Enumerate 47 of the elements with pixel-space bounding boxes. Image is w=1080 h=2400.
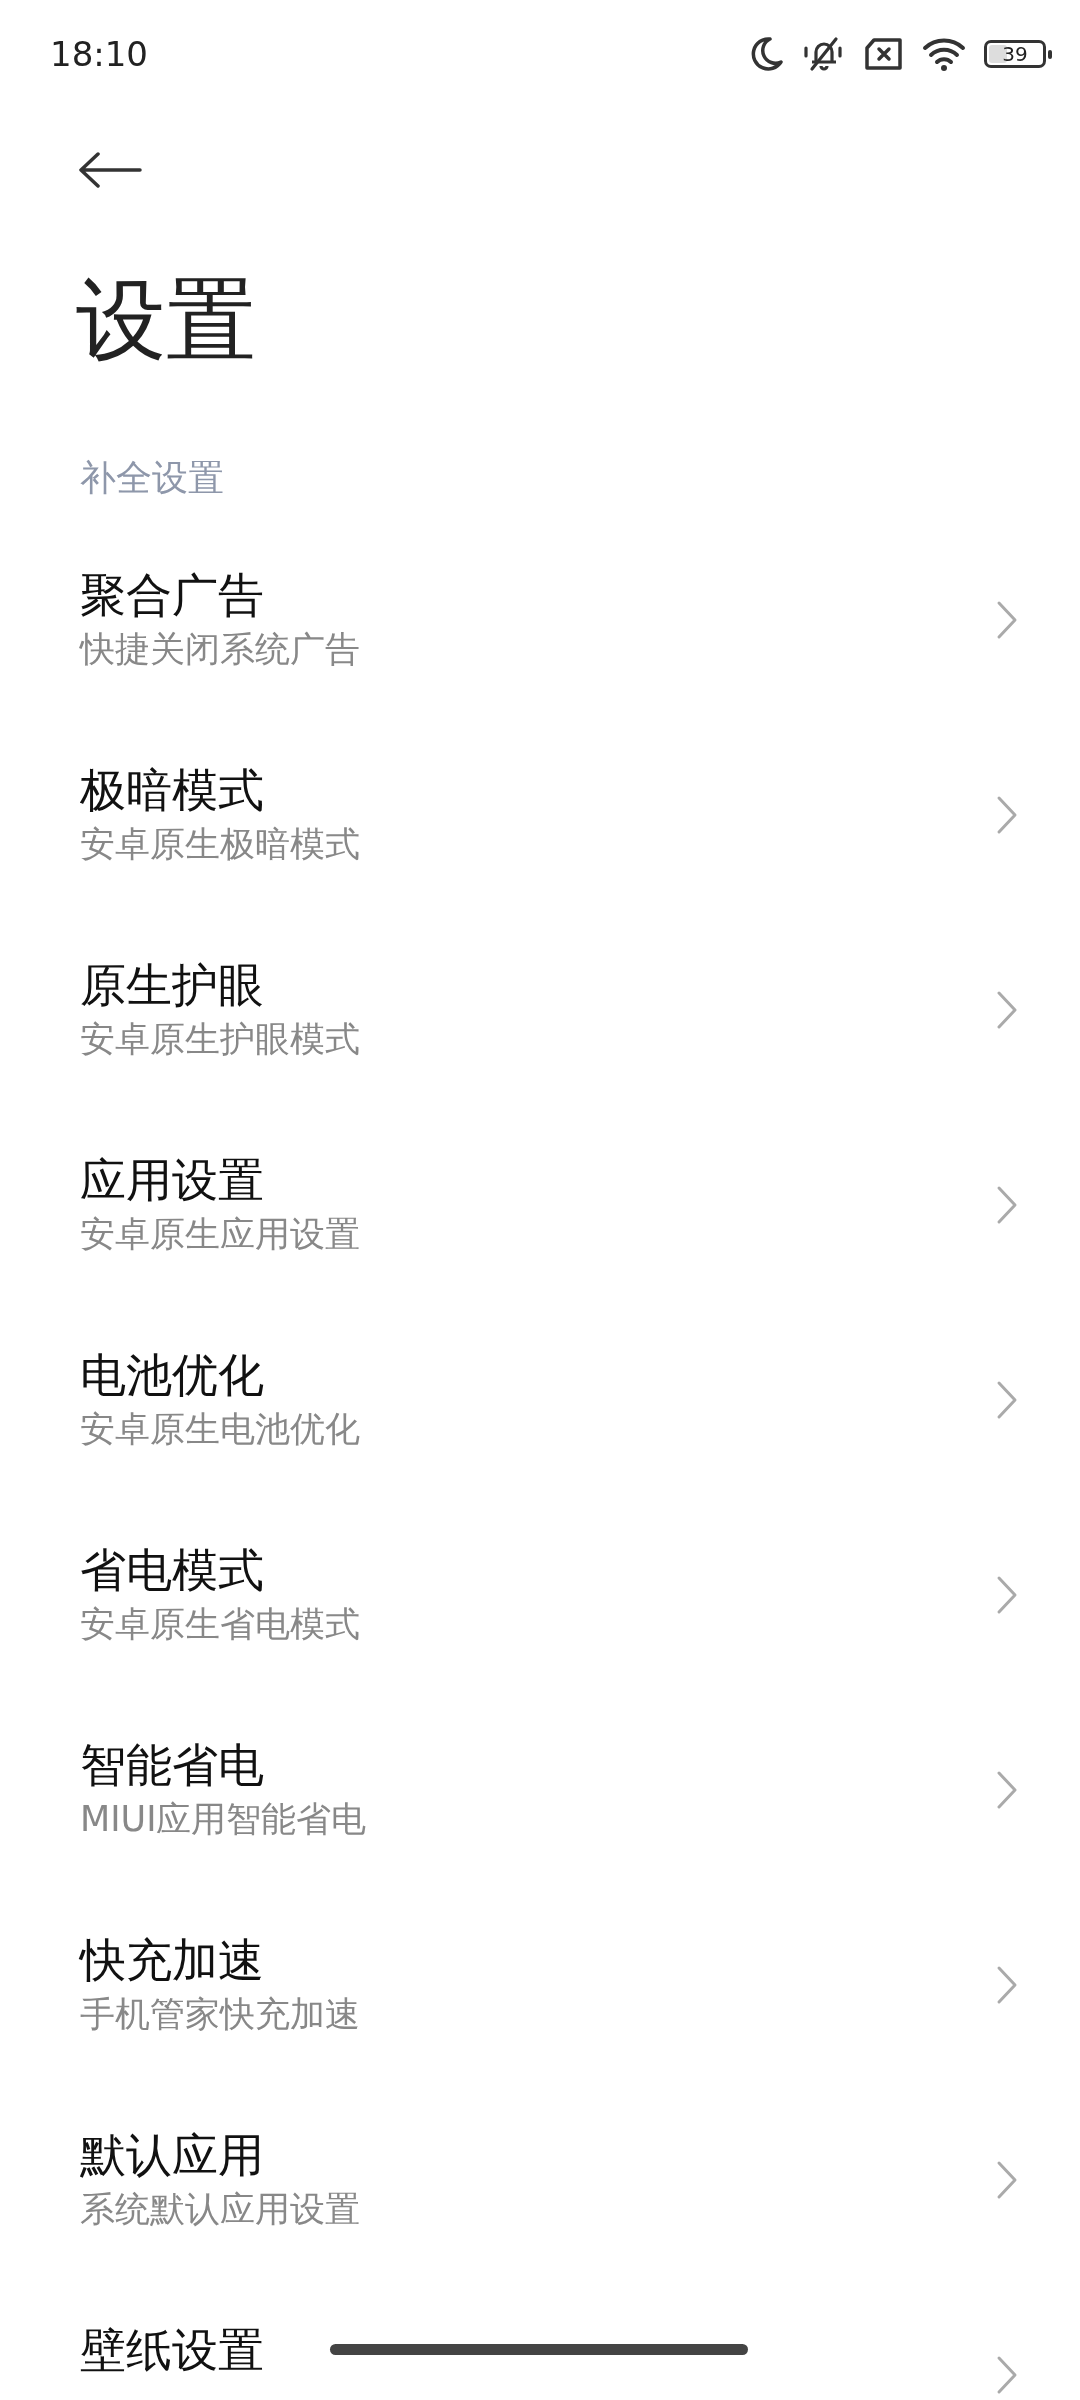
item-subtitle: 安卓原生省电模式 <box>80 1603 360 1646</box>
item-title: 壁纸设置 <box>80 2322 264 2379</box>
item-title: 聚合广告 <box>80 567 265 624</box>
item-title: 默认应用 <box>80 2127 265 2184</box>
item-title: 极暗模式 <box>80 762 265 819</box>
chevron-right-icon <box>996 2355 1018 2395</box>
settings-item[interactable]: 聚合广告 快捷关闭系统广告 <box>0 528 1080 723</box>
settings-item[interactable]: 极暗模式 安卓原生极暗模式 <box>0 723 1080 918</box>
item-subtitle: 系统默认应用设置 <box>80 2188 360 2231</box>
settings-item[interactable]: 智能省电 MIUI应用智能省电 <box>0 1698 1080 1893</box>
item-title: 应用设置 <box>80 1152 265 1209</box>
item-subtitle: 安卓原生护眼模式 <box>80 1018 360 1061</box>
wifi-icon <box>922 36 966 72</box>
moon-icon <box>750 36 784 72</box>
item-subtitle: 安卓原生应用设置 <box>80 1213 360 1256</box>
chevron-right-icon <box>996 795 1018 835</box>
chevron-right-icon <box>996 600 1018 640</box>
status-time: 18:10 <box>50 34 148 74</box>
settings-item[interactable]: 默认应用 系统默认应用设置 <box>0 2088 1080 2283</box>
item-subtitle: 安卓原生极暗模式 <box>80 823 360 866</box>
item-subtitle: 快捷关闭系统广告 <box>80 628 360 671</box>
item-title: 省电模式 <box>80 1542 265 1599</box>
chevron-right-icon <box>996 1770 1018 1810</box>
item-subtitle: 手机管家快充加速 <box>80 1993 360 2036</box>
item-title: 原生护眼 <box>80 957 265 1014</box>
chevron-right-icon <box>996 1185 1018 1225</box>
chevron-right-icon <box>996 1380 1018 1420</box>
item-title: 智能省电 <box>80 1737 265 1794</box>
settings-item[interactable]: 省电模式 安卓原生省电模式 <box>0 1503 1080 1698</box>
chevron-right-icon <box>996 1575 1018 1615</box>
chevron-right-icon <box>996 2160 1018 2200</box>
back-button[interactable] <box>78 152 142 188</box>
settings-item[interactable]: 电池优化 安卓原生电池优化 <box>0 1308 1080 1503</box>
settings-item[interactable]: 应用设置 安卓原生应用设置 <box>0 1113 1080 1308</box>
page-title: 设置 <box>76 266 257 374</box>
item-title: 快充加速 <box>80 1932 265 1989</box>
chevron-right-icon <box>996 990 1018 1030</box>
settings-item[interactable]: 壁纸设置 <box>0 2283 1080 2400</box>
item-subtitle: 安卓原生电池优化 <box>80 1408 360 1451</box>
item-title: 电池优化 <box>80 1347 265 1404</box>
section-header: 补全设置 <box>80 456 225 500</box>
settings-item[interactable]: 快充加速 手机管家快充加速 <box>0 1893 1080 2088</box>
settings-item[interactable]: 原生护眼 安卓原生护眼模式 <box>0 918 1080 1113</box>
no-sim-icon <box>864 37 904 71</box>
item-subtitle: MIUI应用智能省电 <box>80 1798 367 1841</box>
battery-percent: 39 <box>1002 44 1028 64</box>
chevron-right-icon <box>996 1965 1018 2005</box>
